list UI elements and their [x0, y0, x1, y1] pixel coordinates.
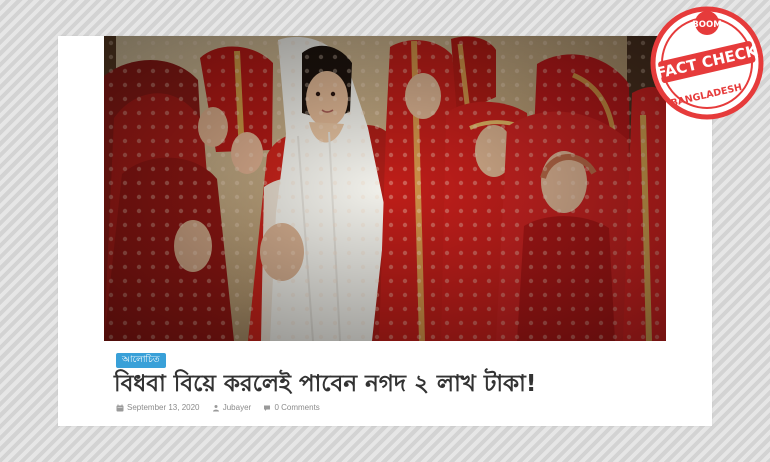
hero-image[interactable]: [104, 36, 666, 341]
category-tag[interactable]: আলোচিত: [116, 353, 166, 368]
article-headline[interactable]: বিধবা বিয়ে করলেই পাবেন নগদ ২ লাখ টাকা!: [114, 370, 654, 398]
date-text: September 13, 2020: [127, 403, 200, 412]
calendar-icon: [116, 404, 124, 412]
boom-fact-check-stamp: BOOM FACT CHECK BANGLADESH: [647, 3, 767, 123]
comment-icon: [264, 405, 271, 411]
user-icon: [212, 405, 219, 412]
meta-date[interactable]: September 13, 2020: [116, 402, 200, 414]
meta-comments[interactable]: 0 Comments: [263, 402, 320, 414]
article-meta: September 13, 2020 Jubayer 0 Comments: [116, 402, 330, 416]
svg-text:BOOM: BOOM: [692, 20, 721, 30]
fact-check-seal: BOOM FACT CHECK BANGLADESH: [650, 6, 764, 120]
women-in-saris-illustration: [104, 36, 666, 341]
comments-text: 0 Comments: [274, 403, 320, 412]
meta-author[interactable]: Jubayer: [212, 402, 251, 414]
author-text: Jubayer: [222, 403, 252, 412]
